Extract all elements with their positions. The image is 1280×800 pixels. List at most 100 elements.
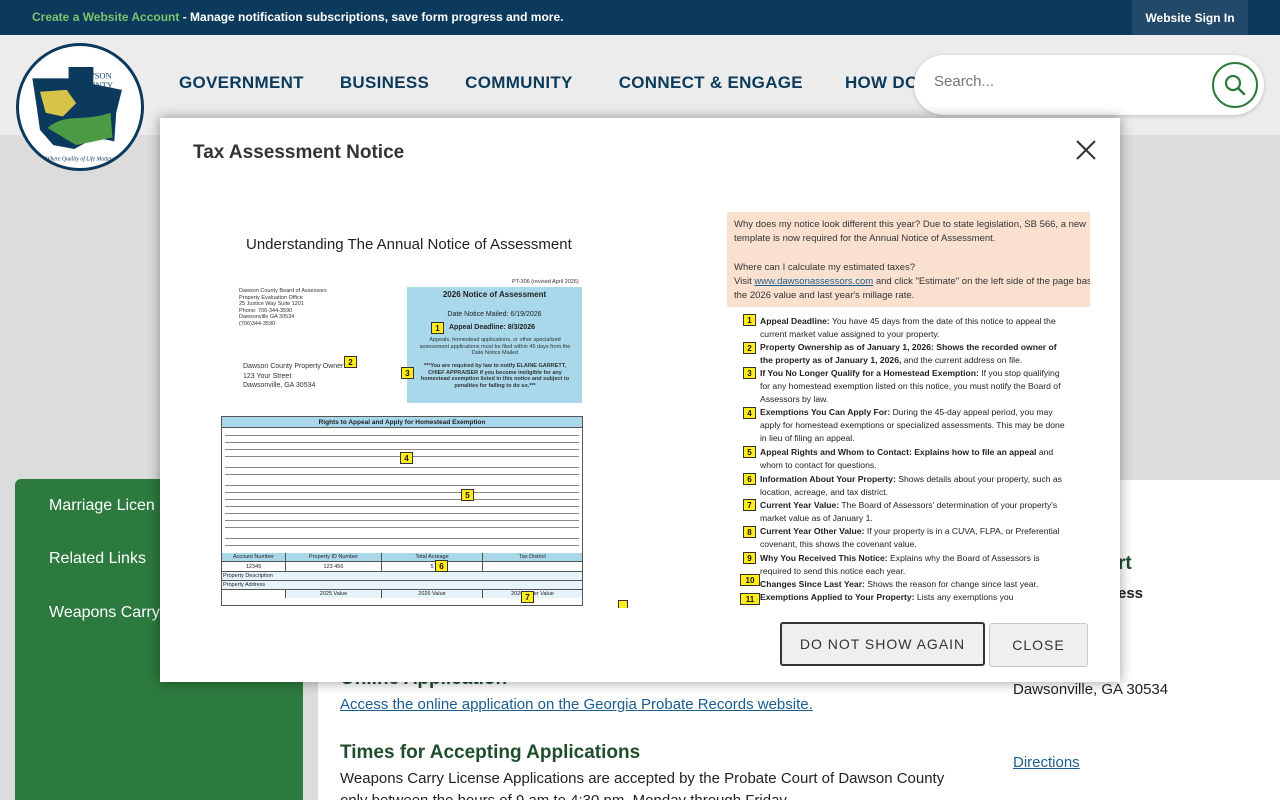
sidebar-item-marriage-license[interactable]: Marriage Licen xyxy=(49,497,155,515)
peach-visit-text: Visit xyxy=(734,276,755,287)
item-3: If You No Longer Qualify for a Homestead… xyxy=(760,367,1070,406)
item-10: Changes Since Last Year: Shows the reaso… xyxy=(760,578,1070,591)
badge-r3: 3 xyxy=(743,367,756,379)
times-text-2: only between the hours of 9 am to 4:30 p… xyxy=(340,792,790,800)
notice-peach-box: Why does my notice look different this y… xyxy=(727,212,1090,307)
do-not-show-again-button[interactable]: DO NOT SHOW AGAIN xyxy=(780,622,985,666)
table-cell: 12345 xyxy=(222,562,286,571)
badge-r6: 6 xyxy=(743,473,756,485)
badge-r10: 10 xyxy=(740,574,760,586)
table-header: Account Number xyxy=(222,553,286,561)
badge-r8: 8 xyxy=(743,526,756,538)
table-cell: 123 456 xyxy=(286,562,382,571)
peach-q2: Where can I calculate my estimated taxes… xyxy=(734,262,916,273)
directions-link[interactable]: Directions xyxy=(1013,754,1080,771)
badge-4: 4 xyxy=(400,452,413,464)
pt-form-label: PT-306 (revised April 2026) xyxy=(512,279,579,285)
search-button[interactable] xyxy=(1212,62,1258,108)
badge-r1: 1 xyxy=(743,314,756,326)
online-application-link[interactable]: Access the online application on the Geo… xyxy=(340,696,813,713)
main-nav: GOVERNMENT BUSINESS COMMUNITY CONNECT & … xyxy=(179,73,944,93)
item-9-bold: Why You Received This Notice: xyxy=(760,553,888,563)
nav-item-business[interactable]: BUSINESS xyxy=(340,73,429,93)
notice-blue-box: 2026 Notice of Assessment Date Notice Ma… xyxy=(407,287,582,403)
value-header: 2025 Value xyxy=(286,590,382,598)
owner-line: Dawson County Property Owner xyxy=(243,363,344,370)
times-text: Weapons Carry License Applications are a… xyxy=(340,770,945,787)
peach-q1: Why does my notice look different this y… xyxy=(734,219,1087,244)
owner-address: Dawson County Property Owner 123 Your St… xyxy=(243,362,343,391)
item-6: Information About Your Property: Shows d… xyxy=(760,473,1070,499)
item-7: Current Year Value: The Board of Assesso… xyxy=(760,499,1070,525)
item-4: Exemptions You Can Apply For: During the… xyxy=(760,406,1070,445)
logo-name-line1: DAWSON xyxy=(75,70,112,80)
badge-r7: 7 xyxy=(743,499,756,511)
item-11-bold: Exemptions Applied to Your Property: xyxy=(760,592,915,602)
item-1: Appeal Deadline: You have 45 days from t… xyxy=(760,315,1070,341)
table-cell xyxy=(483,562,582,571)
badge-r11: 11 xyxy=(740,593,760,605)
item-8: Current Year Other Value: If your proper… xyxy=(760,525,1070,551)
create-account-link[interactable]: Create a Website Account xyxy=(32,10,179,24)
sign-in-button[interactable]: Website Sign In xyxy=(1132,0,1248,35)
table-header: Property ID Number xyxy=(286,553,382,561)
search-icon xyxy=(1224,74,1246,96)
account-notice-text: - Manage notification subscriptions, sav… xyxy=(179,10,564,24)
close-icon[interactable] xyxy=(1074,138,1098,162)
badge-8 xyxy=(618,600,628,608)
date-mailed: Date Notice Mailed: 6/19/2026 xyxy=(447,311,542,318)
appeal-deadline: Appeal Deadline: 8/3/2026 xyxy=(449,324,535,331)
tax-notice-modal: Tax Assessment Notice Understanding The … xyxy=(160,118,1120,682)
item-2: Property Ownership as of January 1, 2026… xyxy=(760,341,1070,367)
right-heading-fragment: rt xyxy=(1118,553,1132,574)
notice-image: Understanding The Annual Notice of Asses… xyxy=(220,212,1090,608)
office-line: Dawson County Board of Assessors xyxy=(239,288,327,294)
item-1-bold: Appeal Deadline: xyxy=(760,316,830,326)
table-row-label: Property Description xyxy=(222,571,582,580)
notice-doc-title: Understanding The Annual Notice of Asses… xyxy=(246,236,572,253)
item-10-text: Shows the reason for change since last y… xyxy=(864,579,1039,589)
item-11-text: Lists any exemptions you xyxy=(914,592,1014,602)
item-6-bold: Information About Your Property: xyxy=(760,474,896,484)
account-notice: Create a Website Account - Manage notifi… xyxy=(32,10,563,24)
search-box xyxy=(914,55,1264,115)
value-header: 2026 Value xyxy=(382,590,483,598)
right-sub-fragment: ess xyxy=(1118,585,1144,602)
nav-item-government[interactable]: GOVERNMENT xyxy=(179,73,304,93)
item-4-bold: Exemptions You Can Apply For: xyxy=(760,407,891,417)
search-input[interactable] xyxy=(934,73,1194,90)
rights-section: Rights to Appeal and Apply for Homestead… xyxy=(221,416,583,606)
table-header: Total Acreage xyxy=(382,553,483,561)
logo-motto: "Where Quality of Life Matters" xyxy=(43,155,117,162)
badge-r4: 4 xyxy=(743,407,756,419)
box-title: 2026 Notice of Assessment xyxy=(442,290,547,299)
table-cell: 5 xyxy=(382,562,483,571)
assessors-link[interactable]: www.dawsonassessors.com xyxy=(754,276,873,287)
item-3-bold: If You No Longer Qualify for a Homestead… xyxy=(760,368,979,378)
badge-2: 2 xyxy=(344,356,357,368)
badge-7: 7 xyxy=(521,591,534,603)
nav-item-community[interactable]: COMMUNITY xyxy=(465,73,573,93)
heading-times-accepting: Times for Accepting Applications xyxy=(340,742,641,763)
item-2-text: and the current address on file. xyxy=(901,355,1023,365)
sidebar-item-related-links[interactable]: Related Links xyxy=(49,550,146,568)
badge-1: 1 xyxy=(431,322,444,334)
table-header: Tax District xyxy=(519,554,546,560)
item-5-bold: Appeal Rights and Whom to Contact: Expla… xyxy=(760,447,1037,457)
office-line: (706)344-3590 xyxy=(239,320,276,327)
owner-line: Dawsonville, GA 30534 xyxy=(243,382,316,389)
logo-name-line2: COUNTY xyxy=(77,80,113,90)
item-10-bold: Changes Since Last Year: xyxy=(760,579,865,589)
badge-r9: 9 xyxy=(743,552,756,564)
county-logo[interactable]: DAWSON COUNTY Est. 1857 "Where Quality o… xyxy=(16,43,144,171)
item-5: Appeal Rights and Whom to Contact: Expla… xyxy=(760,446,1070,472)
badge-r2: 2 xyxy=(743,342,756,354)
item-9: Why You Received This Notice: Explains w… xyxy=(760,552,1070,578)
badge-r5: 5 xyxy=(743,446,756,458)
sidebar-item-weapons-carry[interactable]: Weapons Carry xyxy=(49,604,160,622)
top-bar: Create a Website Account - Manage notifi… xyxy=(0,0,1280,35)
nav-item-connect-engage[interactable]: CONNECT & ENGAGE xyxy=(619,73,803,93)
modal-title: Tax Assessment Notice xyxy=(193,142,405,163)
item-8-bold: Current Year Other Value: xyxy=(760,526,865,536)
close-button[interactable]: CLOSE xyxy=(989,623,1088,667)
